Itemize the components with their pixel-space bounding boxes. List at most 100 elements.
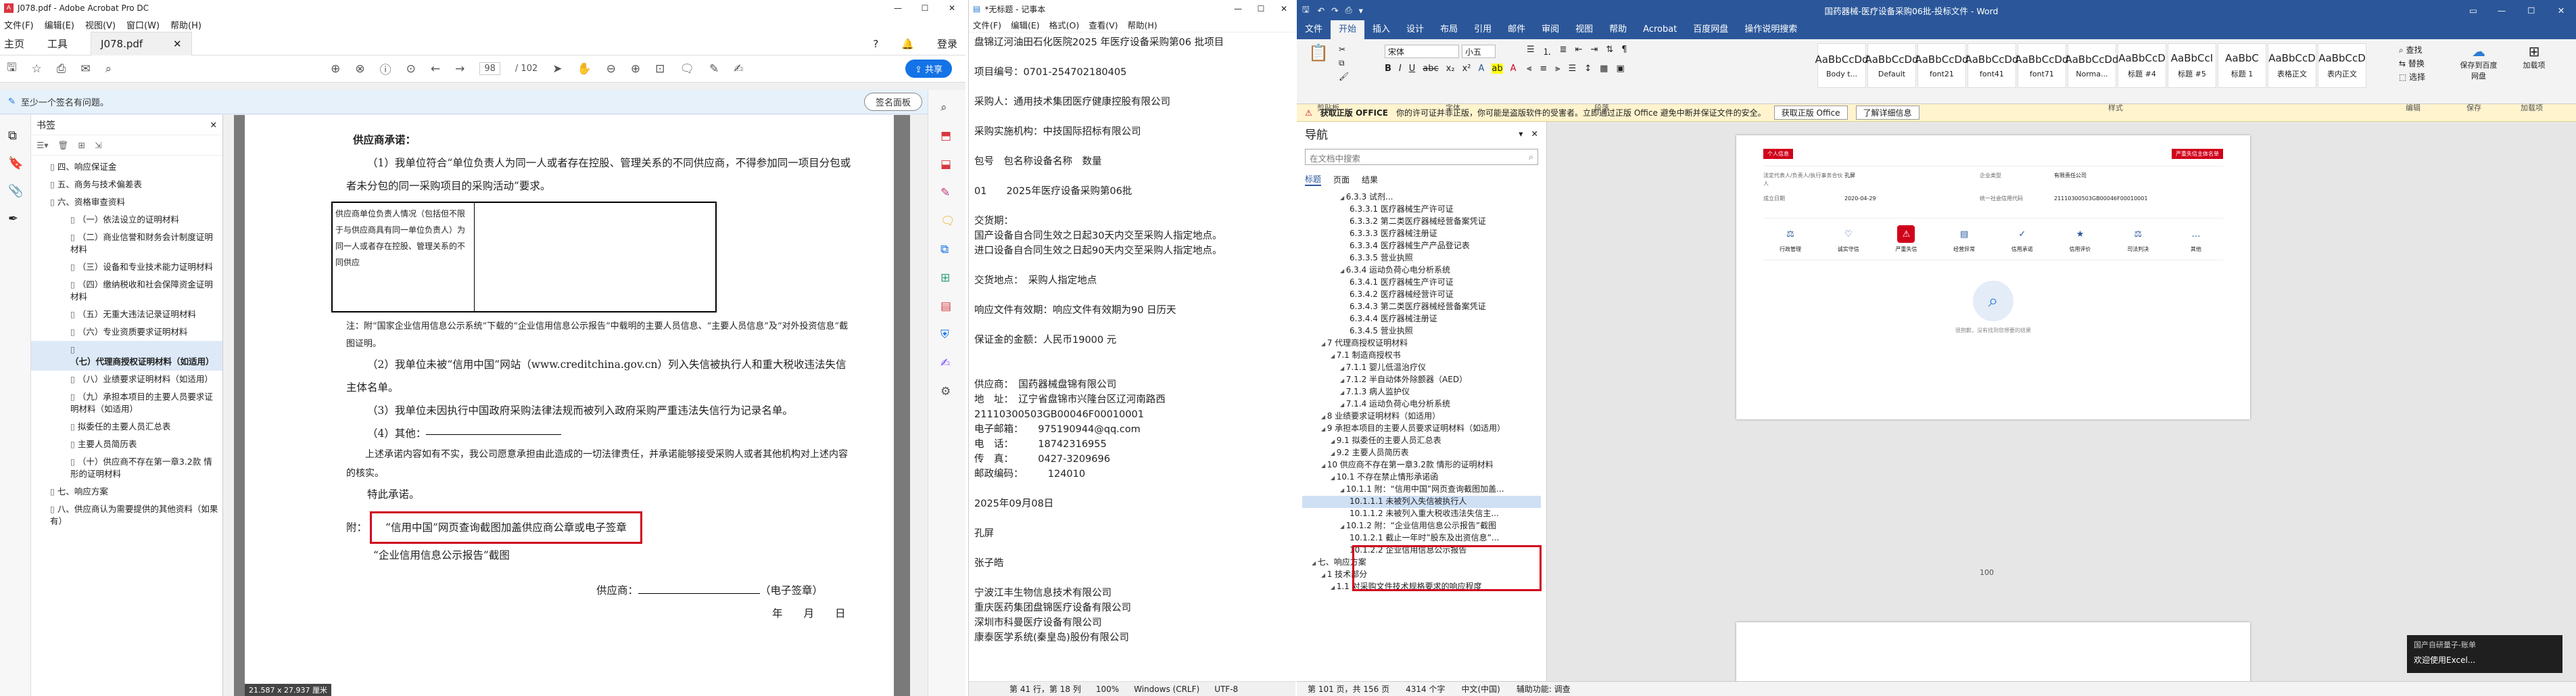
ribbon-tab[interactable]: Acrobat	[1635, 20, 1685, 39]
bookmark-item[interactable]: ▯ 八、供应商认为需要提供的其他资料（如果有）	[31, 501, 222, 530]
menu-view[interactable]: 视图(V)	[85, 18, 116, 31]
expand-arrow-icon[interactable]: ◢	[1331, 475, 1337, 481]
expand-arrow-icon[interactable]: ◢	[1321, 341, 1327, 347]
show-marks-icon[interactable]: ¶	[1621, 45, 1627, 57]
style-item[interactable]: AaBbCcD 表内正文	[2318, 43, 2366, 88]
notification-toast[interactable]: 国产自研量子-账单 欢迎使用Excel...	[2407, 635, 2562, 673]
search-tool-icon[interactable]: ⌕	[940, 101, 953, 114]
nav-tab-results[interactable]: 结果	[1362, 174, 1378, 185]
style-item[interactable]: AaBbCcD 表格正文	[2268, 43, 2316, 88]
copy-icon[interactable]: ⧉	[1339, 58, 1345, 68]
expand-arrow-icon[interactable]: ◢	[1331, 353, 1337, 359]
comment-tool-icon[interactable]: 🗨	[940, 214, 955, 228]
expand-arrow-icon[interactable]: ◢	[1312, 560, 1318, 566]
nav-heading-item[interactable]: 6.3.4.2 医疗器械经营许可证	[1302, 289, 1541, 301]
fill-sign-icon[interactable]: ✍	[940, 356, 953, 370]
nav-heading-item[interactable]: ◢ 7.1.4 运动负荷心电分析系统	[1302, 398, 1541, 411]
superscript-icon[interactable]: x²	[1462, 64, 1471, 74]
notepad-maximize-icon[interactable]: ☐	[1249, 4, 1272, 14]
notepad-minimize-icon[interactable]: —	[1226, 4, 1249, 14]
combine-icon[interactable]: ⧉	[940, 243, 953, 256]
nav-heading-item[interactable]: 6.3.4.5 营业执照	[1302, 325, 1541, 338]
login-button[interactable]: 登录	[937, 37, 957, 51]
expand-arrow-icon[interactable]: ◢	[1321, 572, 1327, 578]
expand-arrow-icon[interactable]: ◢	[1340, 377, 1346, 384]
redo-icon[interactable]: ↷	[1331, 5, 1338, 16]
strike-icon[interactable]: abc	[1423, 64, 1438, 74]
bookmark-item[interactable]: ▯ （五）无重大违法记录证明材料	[31, 306, 222, 323]
prev-page-icon[interactable]: ⊕	[331, 62, 340, 76]
learn-more-button[interactable]: 了解详细信息	[1855, 106, 1919, 120]
credit-category[interactable]: ★ 信用评价	[2060, 225, 2101, 253]
nav-tab-headings[interactable]: 标题	[1305, 173, 1322, 186]
ribbon-tab[interactable]: 插入	[1364, 20, 1398, 39]
nav-heading-item[interactable]: ◢ 7 代理商授权证明材料	[1302, 338, 1541, 350]
signature-icon[interactable]: ✒	[8, 212, 22, 226]
borders-icon[interactable]: ▣	[1616, 64, 1624, 74]
np-menu-format[interactable]: 格式(O)	[1049, 18, 1080, 31]
nav-heading-item[interactable]: ◢ 7.1.3 病人监护仪	[1302, 386, 1541, 398]
pages-icon[interactable]: ⧉	[8, 129, 22, 143]
expand-arrow-icon[interactable]: ◢	[1331, 450, 1337, 457]
bullets-icon[interactable]: ☰	[1527, 45, 1535, 57]
ribbon-tab[interactable]: 引用	[1466, 20, 1500, 39]
select-icon[interactable]: ➤	[552, 62, 562, 76]
style-item[interactable]: AaBbC 标题 1	[2218, 43, 2266, 88]
tab-document[interactable]: J078.pdf ✕	[91, 32, 192, 55]
bookmark-item[interactable]: ▯ 拟委任的主要人员汇总表	[31, 418, 222, 436]
ribbon-tab[interactable]: 布局	[1432, 20, 1466, 39]
notepad-text-area[interactable]: 盘锦辽河油田石化医院2025 年医疗设备采购第06 批项目 项目编号：0701-2…	[969, 32, 1295, 679]
export-pdf-icon[interactable]: ⬒	[940, 129, 953, 143]
expand-arrow-icon[interactable]: ◢	[1321, 463, 1327, 469]
ribbon-tab[interactable]: 操作说明搜索	[1736, 20, 1805, 39]
status-accessibility[interactable]: 辅助功能: 调查	[1517, 683, 1571, 695]
nav-heading-item[interactable]: ◢ 7.1.1 婴儿低温治疗仪	[1302, 362, 1541, 374]
create-pdf-icon[interactable]: ⬓	[940, 158, 953, 171]
close-panel-icon[interactable]: ✕	[210, 120, 217, 130]
style-item[interactable]: AaBbCcI 标题 #5	[2168, 43, 2216, 88]
bookmark-item[interactable]: ▯ （八）业绩要求证明材料（如适用）	[31, 371, 222, 388]
shading-icon[interactable]: ▦	[1600, 64, 1608, 74]
nav-heading-item[interactable]: 6.3.4.4 医疗器械注册证	[1302, 313, 1541, 325]
ribbon-tab[interactable]: 视图	[1567, 20, 1601, 39]
bookmark-item[interactable]: ▯ 六、资格审查资料	[31, 193, 222, 211]
highlight-icon[interactable]: ab	[1492, 64, 1503, 74]
np-menu-edit[interactable]: 编辑(E)	[1011, 18, 1040, 31]
align-left-icon[interactable]: ⫷	[1527, 64, 1531, 74]
comment-icon[interactable]: 🗨	[679, 62, 694, 76]
zoom-out-icon[interactable]: ⊖	[606, 62, 616, 76]
nav-tab-pages[interactable]: 页面	[1333, 174, 1350, 185]
addins-button[interactable]: ⊞ 加载项	[2514, 43, 2554, 70]
bookmark-item[interactable]: ▯ 主要人员简历表	[31, 436, 222, 453]
page-up-icon[interactable]: ⓘ	[380, 60, 391, 77]
expand-arrow-icon[interactable]: ◢	[1340, 365, 1346, 371]
text-effects-icon[interactable]: A	[1478, 64, 1484, 74]
options-icon[interactable]: ☰▾	[37, 140, 48, 150]
cut-icon[interactable]: ✂	[1339, 45, 1345, 54]
save-icon[interactable]: 🖫	[7, 59, 16, 78]
organize-icon[interactable]: ⊞	[940, 271, 953, 285]
menu-file[interactable]: 文件(F)	[4, 18, 34, 31]
align-right-icon[interactable]: ⫸	[1555, 64, 1560, 74]
nav-options-icon[interactable]: ▾	[1519, 129, 1523, 139]
get-office-button[interactable]: 获取正版 Office	[1773, 106, 1848, 120]
bookmark-item[interactable]: ▯ （四）缴纳税收和社会保障资金证明材料	[31, 276, 222, 306]
maximize-icon[interactable]: ☐	[911, 3, 938, 13]
edit-pdf-icon[interactable]: ✎	[940, 186, 953, 200]
np-menu-view[interactable]: 查看(V)	[1089, 18, 1118, 31]
ribbon-tab[interactable]: 帮助	[1601, 20, 1635, 39]
credit-category[interactable]: ⚖ 司法判决	[2118, 225, 2158, 253]
back-icon[interactable]: ←	[431, 62, 440, 76]
expand-arrow-icon[interactable]: ◢	[1340, 390, 1346, 396]
nav-heading-item[interactable]: ◢ 9 承担本项目的主要人员要求证明材料（如适用）	[1302, 423, 1541, 435]
nav-heading-item[interactable]: ◢ 7.1.2 半自动体外除颤器（AED）	[1302, 374, 1541, 386]
line-spacing-icon[interactable]: ↕	[1584, 64, 1592, 74]
pen-icon[interactable]: ✎	[709, 62, 719, 76]
nav-heading-item[interactable]: 10.1.2.1 截止一年时”股东及出资信息”...	[1302, 532, 1541, 544]
bookmark-item[interactable]: ▯ （一）依法设立的证明材料	[31, 211, 222, 229]
fit-icon[interactable]: ⊡	[655, 62, 665, 76]
expand-arrow-icon[interactable]: ◢	[1340, 195, 1346, 201]
autosave-icon[interactable]: 🖫	[1302, 3, 1310, 18]
ribbon-tab[interactable]: 设计	[1398, 20, 1432, 39]
page-down-icon[interactable]: ⊙	[406, 62, 416, 76]
